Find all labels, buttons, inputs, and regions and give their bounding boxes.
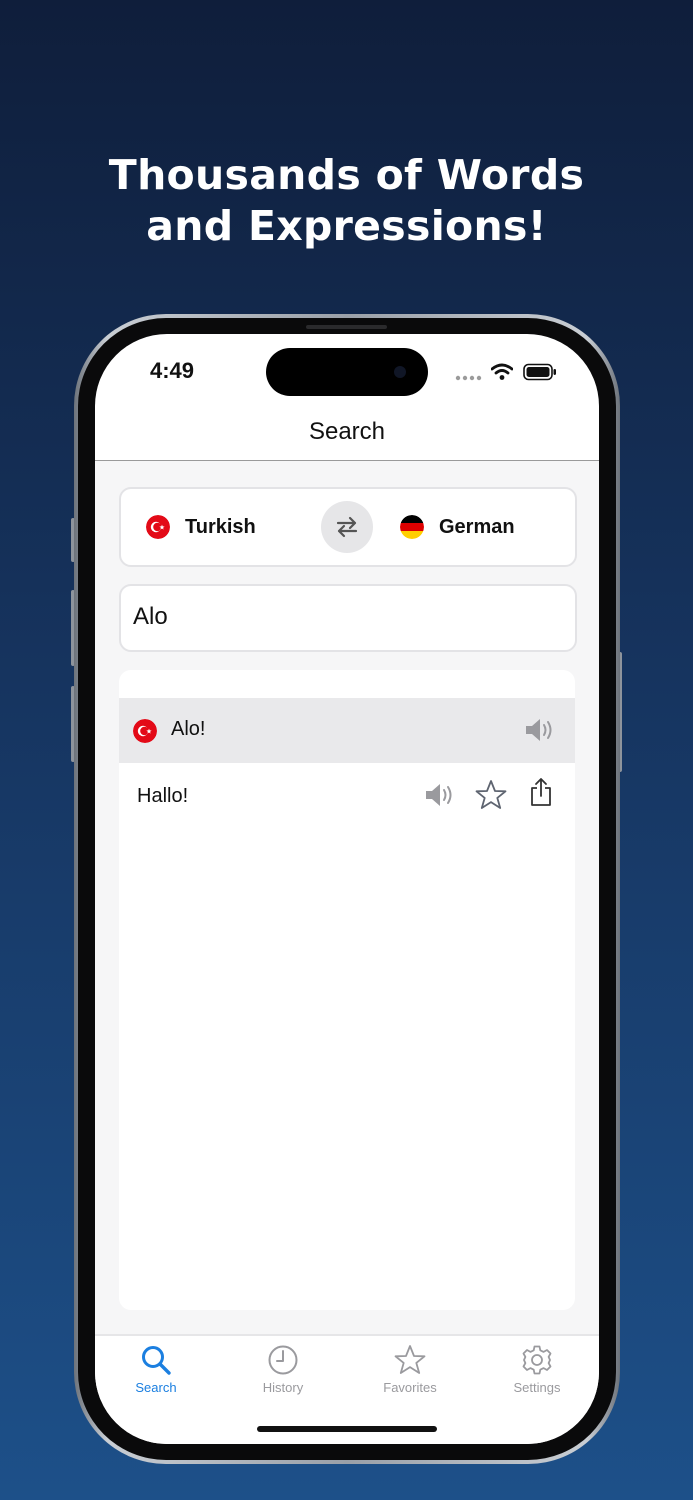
speaker-icon[interactable] [523,716,557,744]
share-icon[interactable] [529,777,553,807]
battery-icon [523,363,556,381]
tab-history-label: History [262,1380,304,1395]
swap-languages-button[interactable] [321,501,373,553]
front-camera [394,366,406,378]
wifi-icon [491,363,513,380]
results-list: Alo! Hallo! [119,670,575,1310]
source-phrase-row[interactable]: Alo! [119,698,575,763]
language-selector: Turkish German [119,487,577,567]
tab-history[interactable]: History [228,1344,338,1395]
source-language-label: Turkish [185,515,256,538]
source-phrase: Alo! [171,718,206,740]
star-icon[interactable] [475,779,507,811]
status-time: 4:49 [150,358,195,383]
headline-line-2: and Expressions! [146,202,547,250]
swap-arrows-icon [336,516,358,538]
signal-dots-icon [455,375,482,381]
phone-screen: 4:49 Search Turkish German Alo Alo! Hall… [95,334,599,1444]
speaker-icon[interactable] [423,781,457,809]
translation-text: Hallo! [137,785,189,807]
earpiece-speaker [306,325,387,329]
star-icon [394,1345,426,1374]
tab-settings[interactable]: Settings [482,1344,592,1395]
gear-icon [522,1345,552,1375]
tab-search[interactable]: Search [101,1344,211,1395]
page-title: Search [308,418,386,445]
magnifier-icon [142,1346,171,1375]
headline-line-1: Thousands of Words [108,151,585,199]
status-icons [455,361,565,385]
translation-row: Hallo! [119,763,575,828]
target-language-button[interactable]: German [400,513,515,541]
clock-icon [268,1345,298,1375]
tab-favorites-label: Favorites [383,1380,437,1395]
tab-search-label: Search [135,1380,177,1395]
dynamic-island [266,348,428,396]
turkey-flag-icon [146,515,170,539]
headline: Thousands of Words and Expressions! [0,150,693,252]
source-language-button[interactable]: Turkish [146,513,256,541]
turkey-flag-icon [133,719,157,743]
search-input[interactable] [133,600,553,634]
tab-settings-label: Settings [513,1380,561,1395]
home-indicator [257,1426,437,1432]
germany-flag-icon [400,515,424,539]
target-language-label: German [439,515,515,538]
search-field [119,584,577,652]
tab-favorites[interactable]: Favorites [355,1344,465,1395]
